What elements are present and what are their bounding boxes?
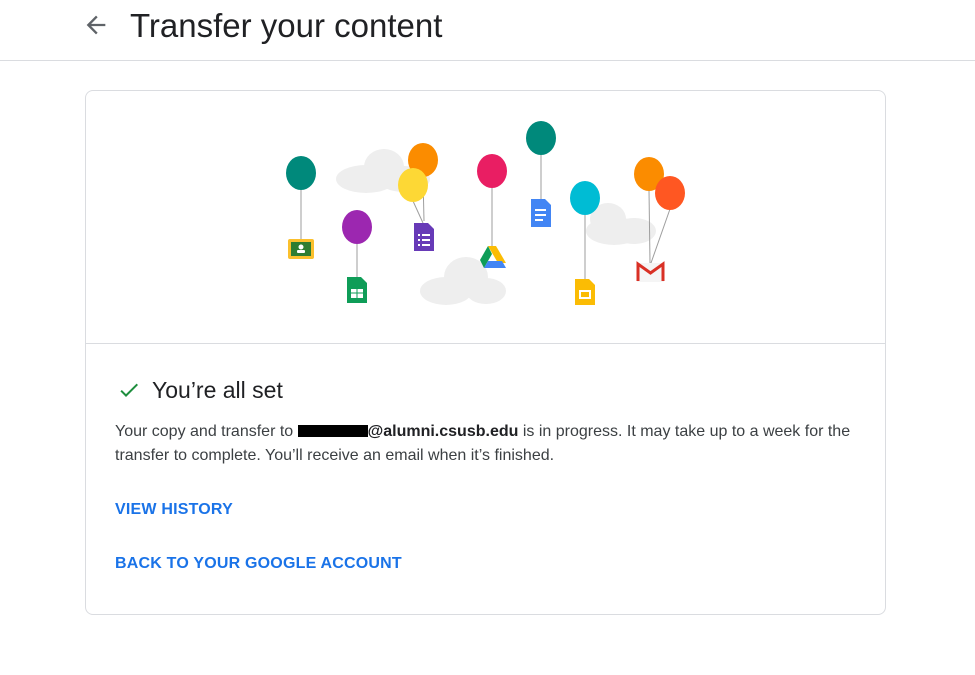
check-icon bbox=[120, 383, 138, 397]
gmail-icon bbox=[636, 261, 665, 282]
arrow-back-icon bbox=[86, 15, 106, 35]
page-title: Transfer your content bbox=[130, 7, 443, 44]
back-to-google-account-link[interactable]: BACK TO YOUR GOOGLE ACCOUNT bbox=[115, 555, 402, 573]
sheets-icon bbox=[347, 277, 367, 303]
cloud-right bbox=[586, 203, 656, 245]
transfer-message: Your copy and transfer to @alumni.csusb.… bbox=[115, 420, 855, 468]
view-history-link[interactable]: VIEW HISTORY bbox=[115, 501, 233, 519]
status-title: You’re all set bbox=[152, 377, 283, 403]
balloon-teal-2 bbox=[526, 121, 556, 155]
forms-icon bbox=[414, 223, 434, 251]
balloon-cyan bbox=[570, 181, 600, 215]
balloons-illustration bbox=[86, 91, 885, 344]
slides-icon bbox=[575, 279, 595, 305]
drive-icon bbox=[480, 246, 506, 268]
balloon-purple bbox=[342, 210, 372, 244]
page-header: Transfer your content bbox=[0, 0, 975, 61]
docs-icon bbox=[531, 199, 551, 227]
balloon-pink bbox=[477, 154, 507, 188]
balloon-red-orange bbox=[655, 176, 685, 210]
message-before: Your copy and transfer to bbox=[115, 423, 298, 440]
classroom-icon bbox=[288, 239, 314, 259]
redacted-email-username bbox=[297, 425, 368, 437]
destination-email: @alumni.csusb.edu bbox=[297, 423, 519, 440]
balloon-teal-1 bbox=[286, 156, 316, 190]
balloon-yellow bbox=[398, 168, 428, 202]
back-button[interactable] bbox=[82, 11, 110, 39]
email-domain: @alumni.csusb.edu bbox=[367, 423, 519, 440]
transfer-status-card: You’re all set Your copy and transfer to… bbox=[85, 90, 886, 615]
